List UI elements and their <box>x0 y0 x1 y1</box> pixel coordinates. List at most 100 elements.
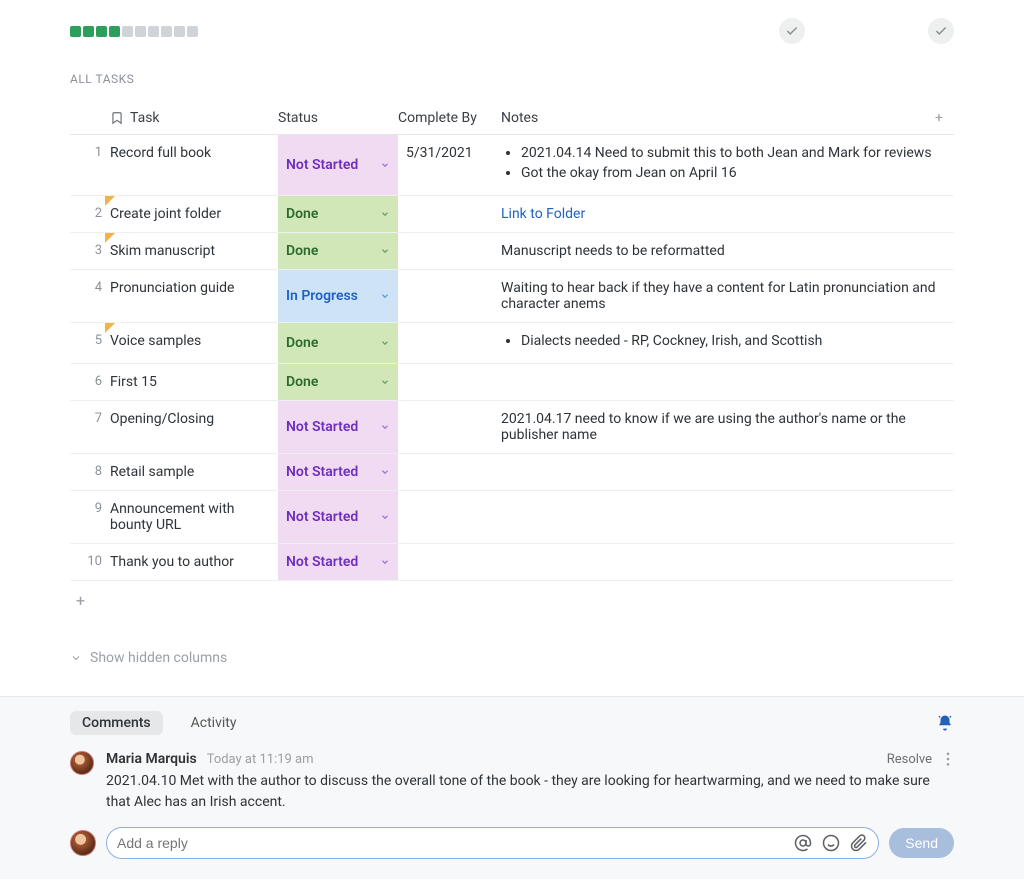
chevron-down-icon <box>380 377 390 387</box>
comment-item: Maria Marquis Today at 11:19 am Resolve … <box>70 751 954 813</box>
table-row: 5Voice samplesDoneDialects needed - RP, … <box>70 323 954 364</box>
folder-link[interactable]: Link to Folder <box>501 206 585 222</box>
task-cell[interactable]: Pronunciation guide <box>110 270 278 306</box>
table-row: 6First 15Done <box>70 364 954 401</box>
table-row: 7Opening/ClosingNot Started2021.04.17 ne… <box>70 401 954 454</box>
check-button-2[interactable] <box>928 18 954 44</box>
task-cell[interactable]: Thank you to author <box>110 544 278 580</box>
progress-segment <box>109 26 120 37</box>
status-cell[interactable]: Not Started <box>278 135 398 195</box>
send-button[interactable]: Send <box>889 828 954 858</box>
status-cell[interactable]: Not Started <box>278 491 398 543</box>
task-cell[interactable]: First 15 <box>110 364 278 400</box>
complete-by-cell[interactable] <box>398 364 501 384</box>
status-cell[interactable]: Done <box>278 196 398 232</box>
reply-row: Send <box>70 827 954 859</box>
status-cell[interactable]: Done <box>278 233 398 269</box>
status-cell[interactable]: In Progress <box>278 270 398 322</box>
chevron-down-icon <box>380 291 390 301</box>
notes-cell[interactable] <box>501 454 954 474</box>
complete-by-cell[interactable]: 5/31/2021 <box>398 135 501 171</box>
mention-icon[interactable] <box>794 834 812 852</box>
task-cell[interactable]: Create joint folder <box>110 196 278 232</box>
comment-timestamp: Today at 11:19 am <box>207 752 314 767</box>
tab-activity[interactable]: Activity <box>179 711 249 735</box>
row-number: 3 <box>70 233 110 258</box>
status-cell[interactable]: Done <box>278 323 398 363</box>
complete-by-cell[interactable] <box>398 196 501 216</box>
reply-input[interactable] <box>117 835 794 851</box>
table-row: 3Skim manuscriptDone Manuscript needs to … <box>70 233 954 270</box>
progress-segment <box>96 26 107 37</box>
progress-bar <box>70 26 198 37</box>
complete-by-cell[interactable] <box>398 270 501 290</box>
notifications-icon[interactable] <box>936 714 954 732</box>
notes-cell[interactable]: Dialects needed - RP, Cockney, Irish, an… <box>501 323 954 363</box>
complete-by-cell[interactable] <box>398 323 501 343</box>
flag-icon <box>105 233 115 243</box>
table-headers: Task Status Complete By Notes + <box>70 102 954 135</box>
complete-by-cell[interactable] <box>398 544 501 564</box>
column-task[interactable]: Task <box>110 110 278 126</box>
status-cell[interactable]: Done <box>278 364 398 400</box>
chevron-down-icon <box>380 160 390 170</box>
add-column-button[interactable]: + <box>924 110 954 126</box>
notes-cell[interactable] <box>501 491 954 511</box>
task-cell[interactable]: Retail sample <box>110 454 278 490</box>
notes-cell[interactable]: Link to Folder <box>501 196 954 232</box>
chevron-down-icon <box>380 209 390 219</box>
status-cell[interactable]: Not Started <box>278 401 398 453</box>
progress-segment <box>122 26 133 37</box>
flag-icon <box>105 323 115 333</box>
task-cell[interactable]: Record full book <box>110 135 278 171</box>
status-cell[interactable]: Not Started <box>278 454 398 490</box>
complete-by-cell[interactable] <box>398 454 501 474</box>
task-cell[interactable]: Announcement with bounty URL <box>110 491 278 543</box>
column-status[interactable]: Status <box>278 110 398 126</box>
notes-cell[interactable] <box>501 364 954 384</box>
section-label: ALL TASKS <box>70 72 954 86</box>
progress-segment <box>135 26 146 37</box>
chevron-down-icon <box>380 467 390 477</box>
chevron-down-icon <box>380 422 390 432</box>
notes-cell[interactable]: 2021.04.14 Need to submit this to both J… <box>501 135 954 195</box>
notes-cell[interactable]: Manuscript needs to be reformatted <box>501 233 954 269</box>
notes-cell[interactable]: 2021.04.17 need to know if we are using … <box>501 401 954 453</box>
table-row: 10Thank you to authorNot Started <box>70 544 954 581</box>
avatar[interactable] <box>70 830 96 856</box>
more-icon[interactable] <box>942 752 954 766</box>
avatar[interactable] <box>70 751 94 775</box>
table-row: 8Retail sampleNot Started <box>70 454 954 491</box>
notes-cell[interactable] <box>501 544 954 564</box>
complete-by-cell[interactable] <box>398 491 501 511</box>
task-table: Task Status Complete By Notes + 1Record … <box>70 102 954 620</box>
progress-segment <box>70 26 81 37</box>
chevron-down-icon <box>380 512 390 522</box>
topbar <box>70 18 954 44</box>
add-row-button[interactable]: + <box>70 581 954 620</box>
reply-box[interactable] <box>106 827 879 859</box>
complete-by-cell[interactable] <box>398 401 501 421</box>
progress-segment <box>174 26 185 37</box>
column-notes[interactable]: Notes <box>501 110 924 126</box>
comment-body: 2021.04.10 Met with the author to discus… <box>106 771 954 813</box>
column-complete-by[interactable]: Complete By <box>398 110 501 126</box>
task-cell[interactable]: Opening/Closing <box>110 401 278 437</box>
table-row: 9Announcement with bounty URLNot Started <box>70 491 954 544</box>
resolve-button[interactable]: Resolve <box>887 752 932 767</box>
task-cell[interactable]: Skim manuscript <box>110 233 278 269</box>
show-hidden-columns[interactable]: Show hidden columns <box>70 650 954 666</box>
check-button-1[interactable] <box>779 18 805 44</box>
progress-segment <box>83 26 94 37</box>
table-row: 2Create joint folderDoneLink to Folder <box>70 196 954 233</box>
chevron-down-icon <box>70 652 82 664</box>
tab-comments[interactable]: Comments <box>70 711 163 735</box>
notes-cell[interactable]: Waiting to hear back if they have a cont… <box>501 270 954 322</box>
complete-by-cell[interactable] <box>398 233 501 253</box>
task-cell[interactable]: Voice samples <box>110 323 278 359</box>
attachment-icon[interactable] <box>850 834 868 852</box>
status-cell[interactable]: Not Started <box>278 544 398 580</box>
emoji-icon[interactable] <box>822 834 840 852</box>
panel-tabs: Comments Activity <box>70 711 954 735</box>
table-row: 4Pronunciation guideIn ProgressWaiting t… <box>70 270 954 323</box>
